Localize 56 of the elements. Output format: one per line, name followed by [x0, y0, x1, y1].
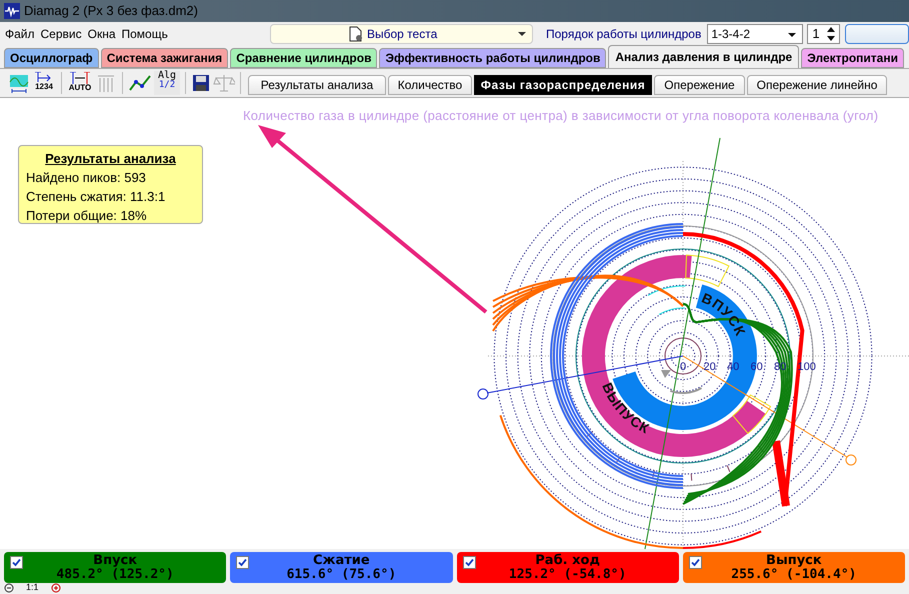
phase-angle: 615.6° (75.6°)	[286, 568, 396, 582]
phase-angle: 125.2° (-54.8°)	[508, 568, 626, 582]
spinner-arrows-icon	[827, 27, 836, 41]
checkmark-icon	[238, 558, 248, 567]
app-logo-icon	[4, 3, 20, 19]
zoom-out-icon[interactable]	[4, 583, 14, 593]
chart-title: Количество газа в цилиндре (расстояние от центра) в зависимости от угла поворота коленвала (угол)	[243, 107, 878, 125]
sub-tab[interactable]: Результаты анализа	[248, 75, 386, 95]
phase-name: Сжатие	[313, 554, 370, 568]
result-line: Потери общие: 18%	[26, 207, 148, 225]
phase-angle: 255.6° (-104.4°)	[731, 568, 856, 582]
progress-field	[845, 24, 909, 44]
phase-angle: 485.2° (125.2°)	[56, 568, 174, 582]
tab[interactable]: Эффективность работы цилиндров	[379, 48, 606, 68]
cylinder-order-label: Порядок работы цилиндров	[546, 26, 702, 43]
checkmark-icon	[690, 558, 700, 567]
document-gear-icon	[349, 26, 363, 42]
menu-item[interactable]: Сервис	[40, 25, 82, 43]
radial-axis-label: 80	[774, 361, 786, 373]
dropdown-caret-icon	[518, 32, 526, 36]
phase-name: Раб. ход	[535, 554, 600, 568]
zoom-label: 1:1	[25, 583, 40, 592]
menu-item[interactable]: Окна	[88, 25, 116, 43]
checkmark-icon	[12, 558, 21, 567]
tab[interactable]: Осциллограф	[4, 48, 99, 68]
cylinder-order-select[interactable]: 1-3-4-2	[707, 24, 804, 44]
save-icon[interactable]	[191, 73, 211, 93]
tab[interactable]: Система зажигания	[100, 48, 228, 68]
tab[interactable]: Сравнение цилиндров	[230, 48, 378, 68]
window-title: Diamag 2 (Px 3 без фаз.dm2)	[24, 2, 198, 20]
checkbox[interactable]	[462, 556, 476, 569]
radial-axis-label: 20	[704, 361, 716, 373]
results-title: Результаты анализа	[44, 150, 177, 168]
sub-tab[interactable]: Фазы газораспределения	[474, 75, 652, 95]
checkbox[interactable]	[236, 556, 250, 569]
algorithm-icon[interactable]: Alg 1/2	[154, 71, 180, 95]
cylinder-spinner[interactable]: 1	[807, 24, 840, 44]
menu-item[interactable]: Помощь	[122, 25, 168, 43]
test-select[interactable]: Выбор теста	[270, 24, 533, 44]
checkmark-icon	[464, 558, 474, 567]
phase-name: Выпуск	[766, 554, 822, 568]
zoom-in-icon[interactable]	[50, 583, 61, 593]
tab[interactable]: Анализ давления в цилиндре	[608, 45, 800, 68]
sub-tab[interactable]: Опережение	[654, 75, 745, 95]
radial-axis-label: 0	[680, 361, 686, 373]
result-line: Степень сжатия: 11.3:1	[26, 188, 166, 206]
checkbox[interactable]	[688, 556, 702, 569]
sub-tab[interactable]: Опережение линейно	[747, 75, 887, 95]
phase-name: Впуск	[93, 554, 138, 568]
result-line: Найдено пиков: 593	[26, 169, 147, 187]
sub-tab[interactable]: Количество	[388, 75, 472, 95]
menu-item[interactable]: Файл	[5, 25, 35, 43]
tab[interactable]: Электропитани	[801, 48, 904, 68]
waveform-icon[interactable]	[8, 72, 30, 94]
checkbox[interactable]	[10, 556, 23, 569]
dropdown-caret-icon	[788, 33, 796, 37]
